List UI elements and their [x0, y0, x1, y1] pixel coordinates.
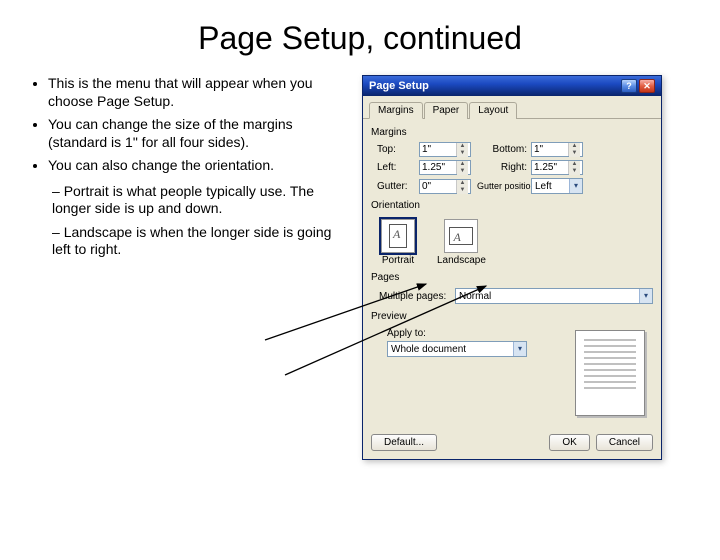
slide-title: Page Setup, continued — [0, 20, 720, 57]
portrait-label: Portrait — [382, 255, 414, 266]
sub-bullet-list: Portrait is what people typically use. T… — [30, 183, 350, 259]
bullet-1: This is the menu that will appear when y… — [48, 75, 350, 110]
input-top[interactable]: ▲▼ — [419, 142, 471, 157]
bullet-2: You can change the size of the margins (… — [48, 116, 350, 151]
margins-section-label: Margins — [371, 127, 653, 138]
input-gutter[interactable]: ▲▼ — [419, 179, 471, 194]
tab-pane: Margins Top: ▲▼ Bottom: ▲▼ Left: ▲▼ Righ… — [363, 119, 661, 426]
dialog-title: Page Setup — [369, 80, 429, 92]
cancel-button[interactable]: Cancel — [596, 434, 653, 451]
input-left[interactable]: ▲▼ — [419, 160, 471, 175]
label-gutter-pos: Gutter position: — [477, 181, 531, 191]
tab-layout[interactable]: Layout — [469, 102, 517, 119]
label-left: Left: — [377, 162, 419, 173]
label-gutter: Gutter: — [377, 181, 419, 192]
pages-section-label: Pages — [371, 272, 653, 283]
input-bottom[interactable]: ▲▼ — [531, 142, 583, 157]
preview-thumbnail — [575, 330, 645, 416]
landscape-icon — [449, 227, 473, 245]
bullet-3: You can also change the orientation. — [48, 157, 350, 175]
bullet-list: This is the menu that will appear when y… — [30, 75, 350, 175]
label-bottom: Bottom: — [477, 144, 531, 155]
margins-grid: Top: ▲▼ Bottom: ▲▼ Left: ▲▼ Right: ▲▼ Gu… — [371, 142, 653, 194]
content-row: This is the menu that will appear when y… — [0, 75, 720, 460]
combo-multiple-pages[interactable]: Normal▾ — [455, 288, 653, 304]
orientation-landscape[interactable]: Landscape — [437, 219, 486, 266]
tab-margins[interactable]: Margins — [369, 102, 423, 119]
sub-bullet-2: Landscape is when the longer side is goi… — [52, 224, 350, 259]
input-right[interactable]: ▲▼ — [531, 160, 583, 175]
combo-gutter-pos[interactable]: Left▾ — [531, 178, 583, 194]
ok-button[interactable]: OK — [549, 434, 589, 451]
text-column: This is the menu that will appear when y… — [30, 75, 350, 460]
label-apply-to: Apply to: — [379, 328, 563, 339]
tab-strip: Margins Paper Layout — [363, 96, 661, 119]
preview-section-label: Preview — [371, 311, 653, 322]
close-button[interactable]: ✕ — [639, 79, 655, 93]
orientation-portrait[interactable]: Portrait — [381, 219, 415, 266]
landscape-label: Landscape — [437, 255, 486, 266]
label-right: Right: — [477, 162, 531, 173]
label-multiple-pages: Multiple pages: — [379, 291, 449, 302]
orientation-section-label: Orientation — [371, 200, 653, 211]
orientation-row: Portrait Landscape — [371, 215, 653, 268]
combo-apply-to[interactable]: Whole document▾ — [387, 341, 527, 357]
sub-bullet-1: Portrait is what people typically use. T… — [52, 183, 350, 218]
help-button[interactable]: ? — [621, 79, 637, 93]
tab-paper[interactable]: Paper — [424, 102, 469, 119]
page-setup-dialog: Page Setup ? ✕ Margins Paper Layout Marg… — [362, 75, 662, 460]
dialog-button-row: Default... OK Cancel — [363, 426, 661, 459]
dialog-titlebar[interactable]: Page Setup ? ✕ — [363, 76, 661, 96]
default-button[interactable]: Default... — [371, 434, 437, 451]
label-top: Top: — [377, 144, 419, 155]
portrait-icon — [389, 224, 407, 248]
